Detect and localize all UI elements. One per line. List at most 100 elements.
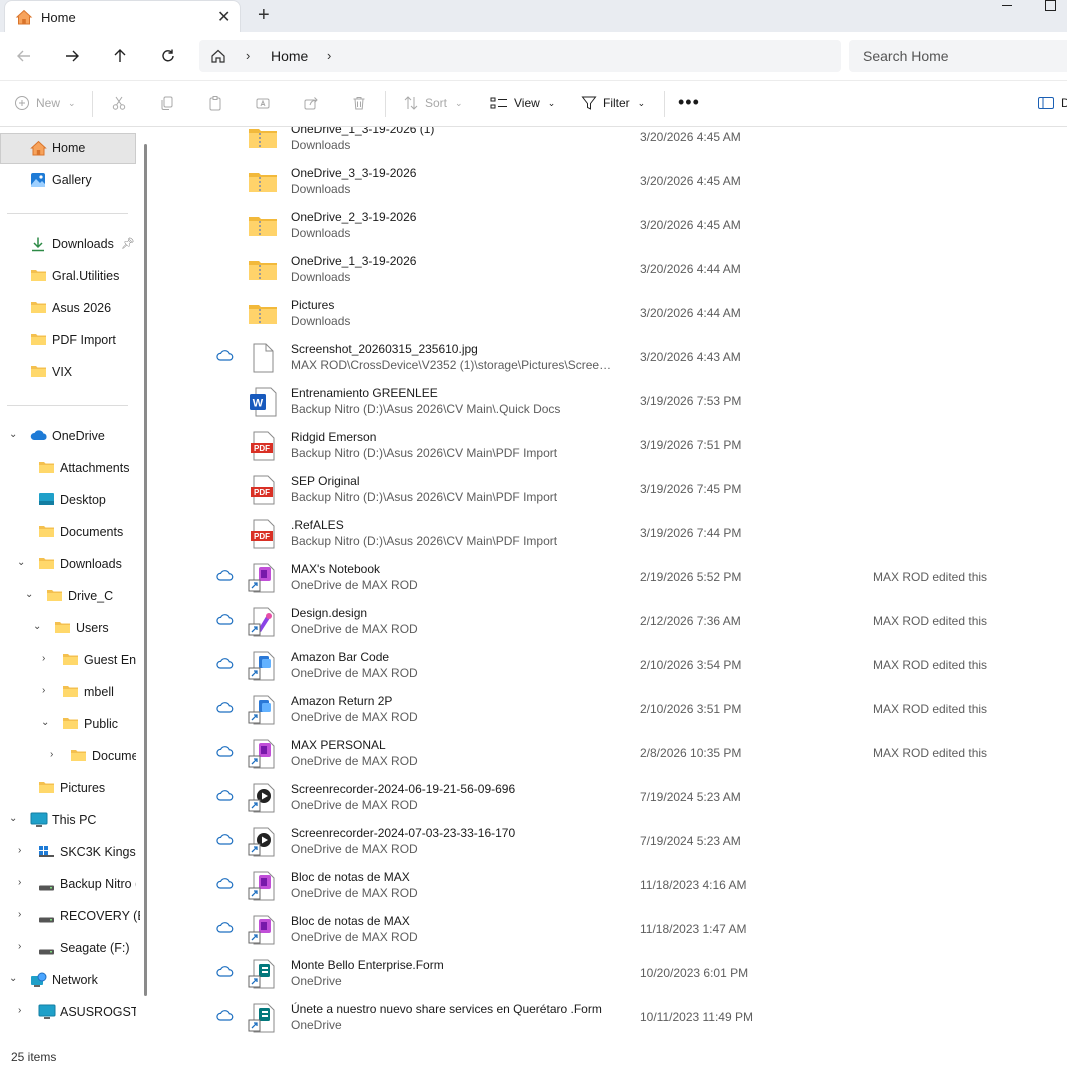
nav-item-folder[interactable]: ⌄ Users — [0, 613, 140, 643]
refresh-icon[interactable] — [158, 46, 178, 66]
file-row[interactable]: PDF Ridgid Emerson Backup Nitro (D:)\Asus … — [153, 426, 1067, 470]
nav-item-folder[interactable]: Gral.Utilities — [0, 261, 140, 291]
more-options-icon[interactable]: ••• — [678, 93, 700, 111]
close-tab-icon[interactable]: ✕ — [217, 7, 230, 27]
tab-home[interactable]: Home ✕ — [4, 0, 241, 32]
new-button[interactable]: New ⌄ — [14, 95, 76, 111]
nav-item-folder[interactable]: › Docume — [0, 741, 140, 771]
file-row[interactable]: OneDrive_3_3-19-2026 Downloads 3/20/2026 4… — [153, 162, 1067, 206]
chevron-down-icon[interactable]: ⌄ — [33, 621, 41, 632]
nav-item-folder[interactable]: Pictures — [0, 773, 140, 803]
nav-item-computer[interactable]: › ASUSROGSTRI — [0, 997, 140, 1027]
app-link-icon — [247, 650, 279, 682]
cloud-status-icon — [216, 964, 234, 981]
file-row[interactable]: PDF .RefALES Backup Nitro (D:)\Asus 2026\C… — [153, 514, 1067, 558]
file-row[interactable]: Screenrecorder-2024-06-19-21-56-09-696 On… — [153, 778, 1067, 822]
file-row[interactable]: Screenshot_20260315_235610.jpg MAX ROD\Cr… — [153, 338, 1067, 382]
nav-item-gallery[interactable]: Gallery — [0, 165, 140, 195]
file-row[interactable]: MAX PERSONAL OneDrive de MAX ROD 2/8/2026 … — [153, 734, 1067, 778]
file-row[interactable]: Screenrecorder-2024-07-03-23-33-16-170 On… — [153, 822, 1067, 866]
pin-icon[interactable]: 📌︎ — [121, 237, 135, 250]
details-label: D — [1061, 96, 1067, 110]
chevron-down-icon[interactable]: ⌄ — [41, 717, 49, 728]
file-row[interactable]: Amazon Bar Code OneDrive de MAX ROD 2/10/2… — [153, 646, 1067, 690]
nav-item-folder[interactable]: ⌄ Public — [0, 709, 140, 739]
file-row[interactable]: W Entrenamiento GREENLEE Backup Nitro (D:)… — [153, 382, 1067, 426]
copy-icon[interactable] — [159, 95, 175, 114]
maximize-icon[interactable] — [1045, 0, 1056, 11]
nav-label: Home — [52, 141, 86, 155]
new-tab-icon[interactable]: + — [258, 4, 270, 27]
cloud-status-icon — [216, 612, 234, 629]
nav-item-drive[interactable]: › RECOVERY (E:) — [0, 901, 140, 931]
chevron-right-icon[interactable]: › — [246, 48, 250, 63]
chevron-right-icon[interactable]: › — [50, 749, 53, 760]
file-row[interactable]: OneDrive_2_3-19-2026 Downloads 3/20/2026 4… — [153, 206, 1067, 250]
file-row[interactable]: MAX's Notebook OneDrive de MAX ROD 2/19/20… — [153, 558, 1067, 602]
chevron-right-icon[interactable]: › — [18, 1005, 21, 1016]
nav-item-drive[interactable]: › SKC3K Kings (C — [0, 837, 140, 867]
nav-item-folder[interactable]: Asus 2026 — [0, 293, 140, 323]
nav-item-folder[interactable]: › mbell — [0, 677, 140, 707]
nav-item-folder[interactable]: Documents — [0, 517, 140, 547]
address-bar[interactable]: › Home › — [199, 40, 841, 72]
nav-item-desktop[interactable]: Desktop — [0, 485, 140, 515]
chevron-right-icon[interactable]: › — [18, 909, 21, 920]
nav-item-folder[interactable]: Attachments — [0, 453, 140, 483]
file-row[interactable]: OneDrive_1_3-19-2026 Downloads 3/20/2026 4… — [153, 250, 1067, 294]
chevron-right-icon[interactable]: › — [18, 877, 21, 888]
chevron-right-icon[interactable]: › — [18, 845, 21, 856]
search-input[interactable]: Search Home — [849, 40, 1067, 72]
minimize-icon[interactable] — [1002, 5, 1012, 6]
chevron-down-icon[interactable]: ⌄ — [9, 973, 17, 984]
back-arrow-icon[interactable] — [14, 46, 34, 66]
file-location: Downloads — [291, 314, 351, 328]
nav-item-folder[interactable]: › Guest Enc — [0, 645, 140, 675]
file-row[interactable]: Design.design OneDrive de MAX ROD 2/12/202… — [153, 602, 1067, 646]
nav-item-network[interactable]: ⌄ Network — [0, 965, 140, 995]
rename-icon[interactable] — [255, 95, 271, 114]
nav-item-onedrive[interactable]: ⌄ OneDrive — [0, 421, 140, 451]
delete-icon[interactable] — [351, 95, 367, 114]
share-icon[interactable] — [303, 95, 319, 114]
nav-item-folder[interactable]: ⌄ Drive_C — [0, 581, 140, 611]
nav-item-drive[interactable]: › Backup Nitro ( — [0, 869, 140, 899]
sidebar-scrollbar[interactable] — [144, 144, 147, 996]
file-row[interactable]: Bloc de notas de MAX OneDrive de MAX ROD 1… — [153, 866, 1067, 910]
chevron-right-icon[interactable]: › — [18, 941, 21, 952]
forward-arrow-icon[interactable] — [62, 46, 82, 66]
chevron-down-icon[interactable]: ⌄ — [9, 813, 17, 824]
nav-item-folder[interactable]: VIX — [0, 357, 140, 387]
nav-item-folder[interactable]: ⌄ Downloads — [0, 549, 140, 579]
nav-label: OneDrive — [52, 429, 105, 443]
nav-item-home[interactable]: Home — [0, 133, 140, 163]
chevron-right-icon[interactable]: › — [42, 685, 45, 696]
file-row[interactable]: Únete a nuestro nuevo share services en … — [153, 998, 1067, 1042]
nav-item-this-pc[interactable]: ⌄ This PC — [0, 805, 140, 835]
sort-button[interactable]: Sort ⌄ — [403, 95, 463, 111]
details-pane-button[interactable]: D — [1037, 95, 1067, 111]
cut-icon[interactable] — [111, 95, 127, 114]
chevron-down-icon[interactable]: ⌄ — [25, 589, 33, 600]
chevron-down-icon[interactable]: ⌄ — [9, 429, 17, 440]
chevron-down-icon[interactable]: ⌄ — [17, 557, 25, 568]
view-button[interactable]: View ⌄ — [490, 95, 555, 111]
file-date: 3/20/2026 4:44 AM — [640, 262, 741, 276]
file-row[interactable]: Bloc de notas de MAX OneDrive de MAX ROD 1… — [153, 910, 1067, 954]
nav-item-drive[interactable]: › Seagate (F:) — [0, 933, 140, 963]
file-row[interactable]: Amazon Return 2P OneDrive de MAX ROD 2/10/… — [153, 690, 1067, 734]
up-arrow-icon[interactable] — [110, 46, 130, 66]
file-row[interactable]: Pictures Downloads 3/20/2026 4:44 AM — [153, 294, 1067, 338]
drive-icon — [38, 880, 55, 894]
file-row[interactable]: PDF SEP Original Backup Nitro (D:)\Asus 20… — [153, 470, 1067, 514]
file-row[interactable]: OneDrive_1_3-19-2026 (1) Downloads 3/20/20… — [153, 127, 1067, 162]
chevron-right-icon[interactable]: › — [42, 653, 45, 664]
file-row[interactable]: Monte Bello Enterprise.Form OneDrive 10/20… — [153, 954, 1067, 998]
breadcrumb-home[interactable]: Home — [271, 48, 308, 64]
filter-button[interactable]: Filter ⌄ — [581, 95, 645, 111]
nav-item-downloads-pinned[interactable]: Downloads 📌︎ — [0, 229, 140, 259]
chevron-right-icon[interactable]: › — [327, 48, 331, 63]
home-outline-icon — [210, 48, 226, 67]
nav-item-folder[interactable]: PDF Import — [0, 325, 140, 355]
paste-icon[interactable] — [207, 95, 223, 114]
